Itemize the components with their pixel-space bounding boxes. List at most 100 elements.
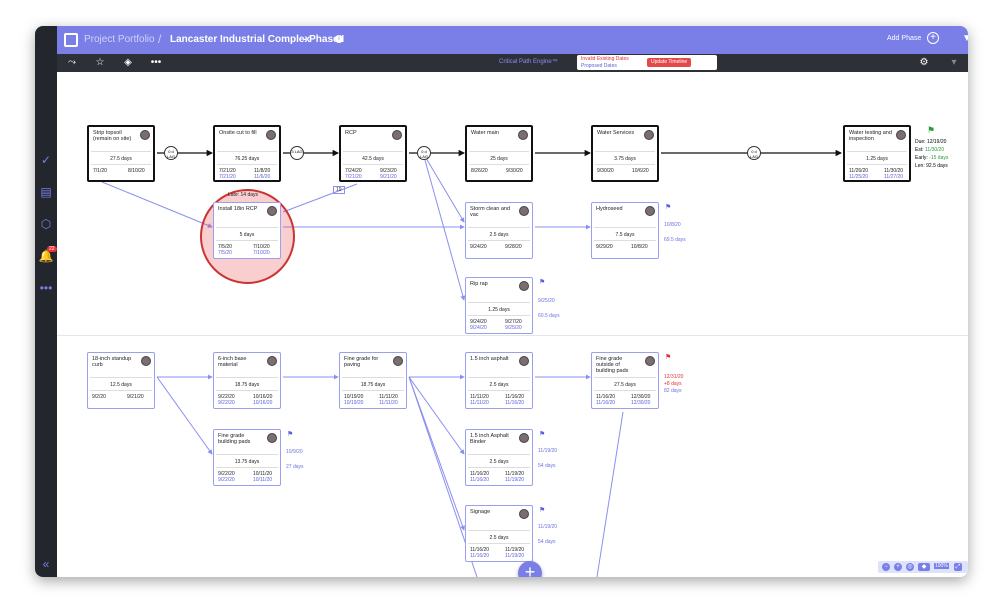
task-title: Fine grade building pads	[218, 433, 251, 445]
divider	[595, 151, 655, 152]
task-card[interactable]: Onsite cut to fill 76.25 days 7/21/20 11…	[213, 125, 281, 182]
divider	[468, 302, 530, 303]
lag-marker[interactable]: 3 LAG	[290, 146, 304, 160]
collapse-icon[interactable]: «	[38, 556, 54, 572]
divider	[216, 240, 278, 241]
due-value: 12/19/20	[926, 139, 947, 145]
layers-icon[interactable]: ◈	[121, 56, 135, 70]
board-icon[interactable]: ▤	[38, 184, 54, 200]
task-card[interactable]: RCP 42.5 days 7/24/20 9/23/20 7/21/20 9/…	[339, 125, 407, 182]
check-circle-icon[interactable]: ✓	[38, 152, 54, 168]
task-card[interactable]: Install 18in RCP 5 days 7/5/20 7/10/20 7…	[213, 202, 281, 259]
task-card[interactable]: Hydroseed 7.5 days 9/29/20 10/8/20	[591, 202, 659, 259]
avatar	[519, 281, 529, 291]
proposed-start: 9/22/20	[218, 400, 235, 406]
proposed-end: 10/16/20	[253, 400, 273, 406]
header-bar: Project Portfolio / Lancaster Industrial…	[57, 26, 968, 54]
left-rail: ✓ ▤ ⬡ 🔔 22 ••• «	[35, 26, 57, 577]
task-title: Rip rap	[470, 281, 488, 287]
task-card[interactable]: 1.5 inch asphalt 2.5 days 11/11/20 11/16…	[465, 352, 533, 409]
proposed-end: 11/19/20	[505, 477, 525, 483]
task-card[interactable]: 1.5 inch Asphalt Binder 2.5 days 11/16/2…	[465, 429, 533, 486]
proposed-end: 7/10/20	[253, 250, 270, 256]
task-card[interactable]: Water main 25 days 8/26/20 9/30/20	[465, 125, 533, 182]
task-duration: 1.25 days	[866, 156, 888, 162]
fit-icon[interactable]: ◎	[906, 563, 914, 571]
task-card[interactable]: Fine grade outside of building pads 27.5…	[591, 352, 659, 409]
dates-legend: Invalid Existing Dates Proposed Dates Up…	[577, 55, 717, 70]
task-card[interactable]: 18-inch standup curb 12.5 days 9/2/20 9/…	[87, 352, 155, 409]
view-filter-icon[interactable]: ▾	[947, 56, 961, 70]
milestone-flag-icon: ⚑	[539, 279, 546, 286]
task-duration: 13.75 days	[234, 459, 260, 465]
early-value: -15 days	[929, 155, 949, 161]
task-card[interactable]: Strip topsoil (remain on site) 27.5 days…	[87, 125, 155, 182]
zoom-percent[interactable]: 100%	[934, 563, 949, 569]
task-card[interactable]: Storm clean and vac 2.5 days 9/24/20 9/2…	[465, 202, 533, 259]
divider	[90, 377, 152, 378]
lag-marker[interactable]: 0 d LAG	[164, 146, 178, 160]
due-label: Due:	[915, 139, 926, 145]
path-icon[interactable]: ⤳	[65, 56, 79, 70]
task-card[interactable]: Fine grade building pads 13.75 days 9/22…	[213, 429, 281, 486]
lag-marker[interactable]: 0 d LAG	[417, 146, 431, 160]
start-date: 9/24/20	[470, 244, 487, 250]
task-card[interactable]: Water testing and inspection 1.25 days 1…	[843, 125, 911, 182]
lag-marker[interactable]: 0 d LAG	[747, 146, 761, 160]
divider	[91, 164, 151, 165]
update-timeline-button[interactable]: Update Timeline	[647, 58, 692, 67]
center-icon[interactable]: ◆	[918, 563, 930, 571]
proposed-start: 11/16/20	[596, 400, 616, 406]
breadcrumb-project[interactable]: Lancaster Industrial Complex	[170, 34, 310, 45]
zoom-in-icon[interactable]: +	[894, 563, 902, 571]
proposed-end: 11/16/20	[505, 400, 525, 406]
proposed-end: 9/21/20	[380, 174, 397, 180]
proposed-end: 11/11/20	[379, 400, 398, 406]
divider	[847, 151, 907, 152]
task-card[interactable]: Signage 2.5 days 11/16/20 11/19/20 11/16…	[465, 505, 533, 562]
task-title: Water testing and inspection	[849, 130, 892, 142]
more-menu-icon[interactable]: •••	[149, 56, 163, 70]
avatar	[393, 356, 403, 366]
signage-float: 54 days	[538, 539, 556, 545]
breadcrumb-separator: /	[158, 32, 162, 46]
zoom-out-icon[interactable]: −	[882, 563, 890, 571]
divider	[469, 151, 529, 152]
task-duration: 3.75 days	[614, 156, 636, 162]
task-duration: 7.5 days	[615, 232, 635, 238]
network-canvas[interactable]: Late: 14 days 19 0 d LAG 3 LAG 0 d LAG 0…	[57, 72, 968, 577]
task-card[interactable]: Water Services 3.75 days 9/30/20 10/6/20	[591, 125, 659, 182]
info-icon[interactable]: i	[335, 35, 343, 43]
more-icon[interactable]: •••	[38, 280, 54, 296]
settings-gear-icon[interactable]: ⚙	[917, 56, 931, 70]
star-icon[interactable]: ☆	[93, 56, 107, 70]
avatar	[644, 130, 654, 140]
task-card[interactable]: Rip rap 1.25 days 9/24/20 9/27/20 9/24/2…	[465, 277, 533, 334]
divider	[91, 151, 151, 152]
start-date: 7/1/20	[93, 168, 107, 174]
end-date: 9/30/20	[506, 168, 523, 174]
app-logo-icon	[64, 33, 78, 47]
critical-path-engine-label[interactable]: Critical Path Engine™	[499, 59, 558, 65]
legend-invalid: Invalid Existing Dates	[581, 56, 629, 62]
task-duration: 42.5 days	[362, 156, 384, 162]
expand-icon[interactable]: ⤢	[954, 563, 962, 571]
task-title: Water main	[471, 130, 499, 136]
task-card[interactable]: 6-inch base material 18.75 days 9/22/20 …	[213, 352, 281, 409]
task-card[interactable]: Fine grade for paving 18.75 days 10/19/2…	[339, 352, 407, 409]
add-phase-label[interactable]: Add Phase	[887, 35, 921, 42]
milestone-flag-icon: ⚑	[539, 431, 546, 438]
schedule-summary: Due: 12/19/20 Est: 11/30/20 Early: -15 d…	[915, 138, 963, 170]
signage-date: 11/19/20	[538, 524, 558, 530]
avatar	[645, 356, 655, 366]
task-title: 18-inch standup curb	[92, 356, 132, 368]
task-duration: 12.5 days	[110, 382, 132, 388]
est-value: 11/30/20	[925, 147, 945, 153]
breadcrumb-portfolio[interactable]: Project Portfolio	[84, 34, 155, 45]
task-duration: 2.5 days	[489, 459, 509, 465]
divider	[469, 164, 529, 165]
fgb-date: 10/9/20	[286, 449, 303, 455]
filter-icon[interactable]: ▼	[962, 33, 968, 44]
add-phase-icon[interactable]: +	[927, 32, 939, 44]
network-icon[interactable]: ⬡	[38, 216, 54, 232]
